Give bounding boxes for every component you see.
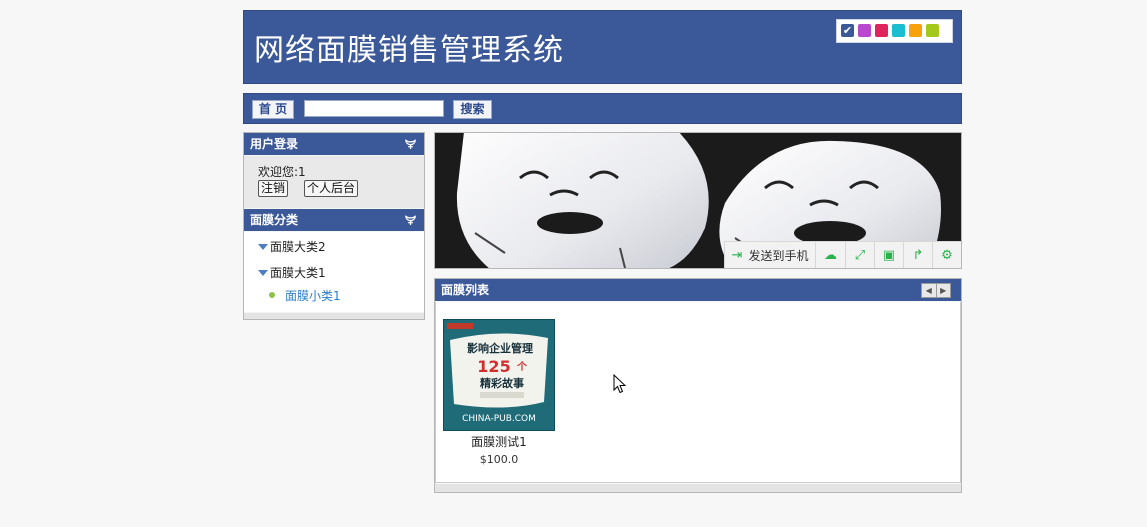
home-button[interactable]: 首 页 xyxy=(252,100,294,119)
theme-swatch-lime[interactable] xyxy=(926,24,939,37)
theme-swatch-blue[interactable]: ✔ xyxy=(841,24,854,37)
site-header: 网络面膜销售管理系统 ✔ xyxy=(243,10,962,84)
product-list-header: 面膜列表 ◀ ▶ xyxy=(435,279,961,301)
login-panel-body: 欢迎您:1 注销 个人后台 xyxy=(244,156,424,208)
save-icon[interactable]: ▣ xyxy=(875,242,904,268)
subcategory-label: 面膜小类1 xyxy=(285,289,341,303)
product-list-title: 面膜列表 xyxy=(441,283,490,297)
tree-expand-icon xyxy=(258,244,268,250)
product-price: $100.0 xyxy=(479,453,519,466)
send-to-phone-button[interactable]: ⇥ 发送到手机 xyxy=(725,242,816,268)
product-card[interactable]: 影响企业管理 125 个 精彩故事 CHINA-PUB.COM 面膜测试1 $1… xyxy=(443,319,555,466)
banner-image: ⇥ 发送到手机 ☁ ⤢ ▣ ↱ ⚙ xyxy=(434,132,962,269)
send-to-phone-label: 发送到手机 xyxy=(748,248,809,263)
sidebar-footer xyxy=(244,313,424,319)
welcome-text: 欢迎您:1 xyxy=(258,165,306,179)
site-title: 网络面膜销售管理系统 xyxy=(254,33,564,68)
category-item[interactable]: 面膜大类2 xyxy=(258,238,326,255)
product-name[interactable]: 面膜测试1 xyxy=(443,433,555,450)
category-tree: 面膜大类2 面膜大类1 面膜小类1 xyxy=(244,232,424,312)
login-panel-header[interactable]: 用户登录 ⯟ xyxy=(244,133,424,155)
category-panel-header[interactable]: 面膜分类 ⯟ xyxy=(244,209,424,231)
share-toolbar: ⇥ 发送到手机 ☁ ⤢ ▣ ↱ ⚙ xyxy=(724,241,961,268)
cover-title-num: 125 xyxy=(477,357,510,376)
collapse-chevron-icon[interactable]: ⯟ xyxy=(405,133,416,155)
category-label: 面膜大类2 xyxy=(270,240,326,254)
subcategory-item[interactable]: 面膜小类1 xyxy=(269,287,341,304)
product-cover-image[interactable]: 影响企业管理 125 个 精彩故事 CHINA-PUB.COM xyxy=(443,319,555,431)
cover-site-text: CHINA-PUB.COM xyxy=(462,414,536,424)
theme-swatch-pink[interactable] xyxy=(875,24,888,37)
product-list-footer xyxy=(435,484,961,492)
book-cover-art: 影响企业管理 125 个 精彩故事 CHINA-PUB.COM xyxy=(444,320,554,430)
next-page-icon[interactable]: ▶ xyxy=(935,284,951,297)
share-icon[interactable]: ↱ xyxy=(904,242,933,268)
product-list-panel: 面膜列表 ◀ ▶ 影响企业管理 125 个 精彩故事 CHINA-PUB.COM xyxy=(434,278,962,493)
prev-page-icon[interactable]: ◀ xyxy=(922,284,936,297)
theme-color-picker: ✔ xyxy=(836,19,953,43)
product-grid: 影响企业管理 125 个 精彩故事 CHINA-PUB.COM 面膜测试1 $1… xyxy=(435,302,961,483)
cover-title-line1: 影响企业管理 xyxy=(467,341,533,355)
cover-title-unit: 个 xyxy=(516,360,528,373)
sidebar: 用户登录 ⯟ 欢迎您:1 注销 个人后台 面膜分类 ⯟ 面膜大类2 面膜大类1 … xyxy=(243,132,425,320)
theme-swatch-orange[interactable] xyxy=(909,24,922,37)
collapse-chevron-icon[interactable]: ⯟ xyxy=(405,209,416,231)
settings-gear-icon[interactable]: ⚙ xyxy=(933,242,961,268)
search-input[interactable] xyxy=(304,100,444,117)
cloud-icon[interactable]: ☁ xyxy=(816,242,846,268)
mouse-cursor-icon xyxy=(613,374,627,394)
login-panel-title: 用户登录 xyxy=(250,137,299,151)
phone-send-icon: ⇥ xyxy=(731,247,743,263)
theme-swatch-purple[interactable] xyxy=(858,24,871,37)
category-label: 面膜大类1 xyxy=(270,266,326,280)
nav-bar: 首 页 搜索 xyxy=(243,93,962,124)
category-panel-title: 面膜分类 xyxy=(250,213,299,227)
logout-button[interactable]: 注销 xyxy=(258,180,289,197)
pager: ◀ ▶ xyxy=(921,283,951,298)
tree-expand-icon xyxy=(258,270,268,276)
theme-swatch-cyan[interactable] xyxy=(892,24,905,37)
check-icon: ✔ xyxy=(842,24,853,37)
cover-title-line2: 精彩故事 xyxy=(480,376,524,390)
category-item[interactable]: 面膜大类1 xyxy=(258,264,326,281)
fullscreen-icon[interactable]: ⤢ xyxy=(846,242,875,268)
search-button[interactable]: 搜索 xyxy=(453,100,492,119)
personal-backend-button[interactable]: 个人后台 xyxy=(304,180,359,197)
leaf-dot-icon xyxy=(269,292,275,298)
